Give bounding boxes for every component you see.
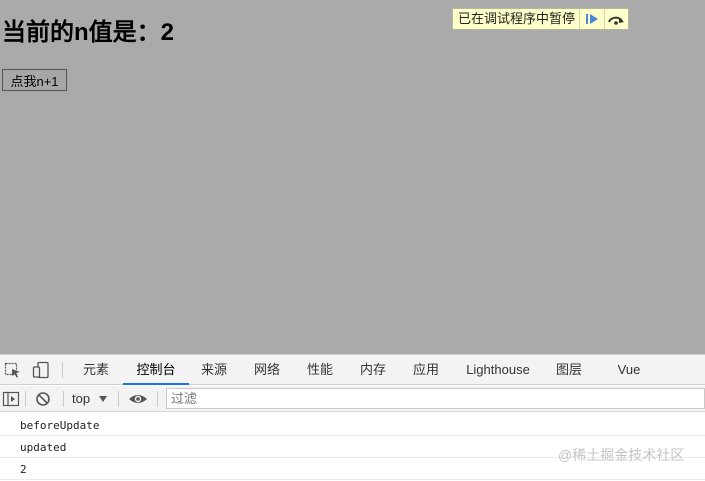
- paused-message: 已在调试程序中暂停: [458, 11, 576, 26]
- filter-input[interactable]: [166, 388, 705, 409]
- increment-button[interactable]: 点我n+1: [2, 69, 67, 91]
- console-toolbar: top: [0, 386, 705, 412]
- tab-console[interactable]: 控制台: [123, 355, 189, 385]
- toolbar-divider: [63, 391, 64, 407]
- tab-network[interactable]: 网络: [243, 355, 291, 385]
- live-expression-eye-icon[interactable]: [128, 390, 147, 408]
- context-selector[interactable]: top: [72, 386, 90, 412]
- tab-elements[interactable]: 元素: [70, 355, 122, 385]
- toolbar-divider: [157, 391, 158, 407]
- debugger-paused-banner: 已在调试程序中暂停: [452, 8, 629, 30]
- dropdown-arrow-icon: [99, 396, 107, 402]
- devtools-tab-bar: 元素 控制台 来源 网络 性能 内存 应用 Lighthouse 图层 Vue: [0, 354, 705, 385]
- tab-performance[interactable]: 性能: [296, 355, 344, 385]
- tab-lighthouse[interactable]: Lighthouse: [458, 355, 538, 385]
- resume-button[interactable]: [579, 9, 603, 29]
- clear-console-icon[interactable]: [34, 390, 52, 408]
- tab-memory[interactable]: 内存: [349, 355, 397, 385]
- device-toolbar-icon[interactable]: [32, 361, 50, 379]
- tab-layers[interactable]: 图层: [545, 355, 593, 385]
- tab-vue[interactable]: Vue: [605, 355, 653, 385]
- page-viewport: 当前的n值是：2 点我n+1 已在调试程序中暂停: [0, 0, 705, 354]
- step-over-button[interactable]: [603, 9, 628, 29]
- resume-icon: [585, 14, 598, 24]
- console-message: beforeUpdate: [0, 415, 705, 436]
- tab-application[interactable]: 应用: [402, 355, 450, 385]
- sidebar-toggle-icon[interactable]: [2, 390, 20, 408]
- toolbar-divider: [25, 391, 26, 407]
- tab-sources[interactable]: 来源: [190, 355, 238, 385]
- step-over-icon: [608, 16, 625, 25]
- inspect-element-icon[interactable]: [4, 361, 22, 379]
- toolbar-divider: [118, 391, 119, 407]
- toolbar-divider: [62, 362, 63, 378]
- watermark: @稀土掘金技术社区: [558, 447, 685, 463]
- page-title: 当前的n值是：2: [2, 19, 175, 46]
